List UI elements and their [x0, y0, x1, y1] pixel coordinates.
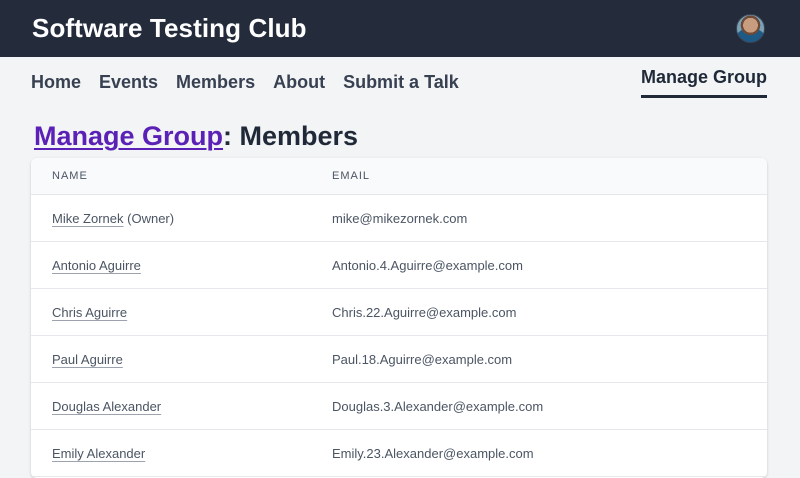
nav-manage-group[interactable]: Manage Group — [640, 67, 767, 98]
app-title[interactable]: Software Testing Club — [32, 13, 307, 44]
member-email-cell: Paul.18.Aguirre@example.com — [332, 351, 513, 367]
column-header-name: NAME — [52, 170, 88, 182]
member-name-link[interactable]: Paul Aguirre — [52, 352, 123, 367]
member-name-cell: Douglas Alexander — [31, 399, 311, 414]
member-name-link[interactable]: Douglas Alexander — [52, 399, 161, 414]
member-name-link[interactable]: Mike Zornek — [52, 211, 124, 226]
table-row: Paul Aguirre Paul.18.Aguirre@example.com — [31, 336, 767, 383]
table-header: NAME EMAIL — [31, 158, 767, 195]
nav-about[interactable]: About — [273, 72, 325, 93]
nav-members[interactable]: Members — [176, 72, 255, 93]
nav-events[interactable]: Events — [99, 72, 158, 93]
nav-submit-a-talk[interactable]: Submit a Talk — [343, 72, 459, 93]
member-name-link[interactable]: Antonio Aguirre — [52, 258, 141, 273]
nav-home[interactable]: Home — [31, 72, 81, 93]
member-name-cell: Chris Aguirre — [31, 305, 311, 320]
table-row: Mike Zornek (Owner) mike@mikezornek.com — [31, 195, 767, 242]
member-name-link[interactable]: Chris Aguirre — [52, 305, 127, 320]
main-nav: Home Events Members About Submit a Talk … — [0, 57, 800, 107]
manage-group-link[interactable]: Manage Group — [34, 121, 223, 151]
member-email-cell: Emily.23.Alexander@example.com — [332, 445, 534, 461]
member-name-cell: Mike Zornek (Owner) — [31, 211, 311, 226]
member-role-note: (Owner) — [123, 210, 175, 226]
table-row: Chris Aguirre Chris.22.Aguirre@example.co… — [31, 289, 767, 336]
table-row: Douglas Alexander Douglas.3.Alexander@exa… — [31, 383, 767, 430]
member-email-cell: Antonio.4.Aguirre@example.com — [332, 257, 523, 273]
member-email-cell: Chris.22.Aguirre@example.com — [332, 304, 517, 320]
user-avatar[interactable] — [736, 14, 765, 43]
table-row: Emily Alexander Emily.23.Alexander@exampl… — [31, 430, 767, 477]
member-name-cell: Emily Alexander — [31, 446, 311, 461]
member-name-cell: Paul Aguirre — [31, 352, 311, 367]
page-title-suffix: : Members — [223, 121, 359, 151]
member-email-cell: Douglas.3.Alexander@example.com — [332, 398, 544, 414]
table-row: Antonio Aguirre Antonio.4.Aguirre@example… — [31, 242, 767, 289]
top-bar: Software Testing Club — [0, 0, 800, 57]
members-table: NAME EMAIL Mike Zornek (Owner) mike@mikez… — [31, 158, 767, 478]
column-header-email: EMAIL — [332, 170, 371, 182]
page-title: Manage Group: Members — [0, 107, 800, 159]
member-name-cell: Antonio Aguirre — [31, 258, 311, 273]
member-email-cell: mike@mikezornek.com — [332, 210, 468, 226]
member-name-link[interactable]: Emily Alexander — [52, 446, 145, 461]
